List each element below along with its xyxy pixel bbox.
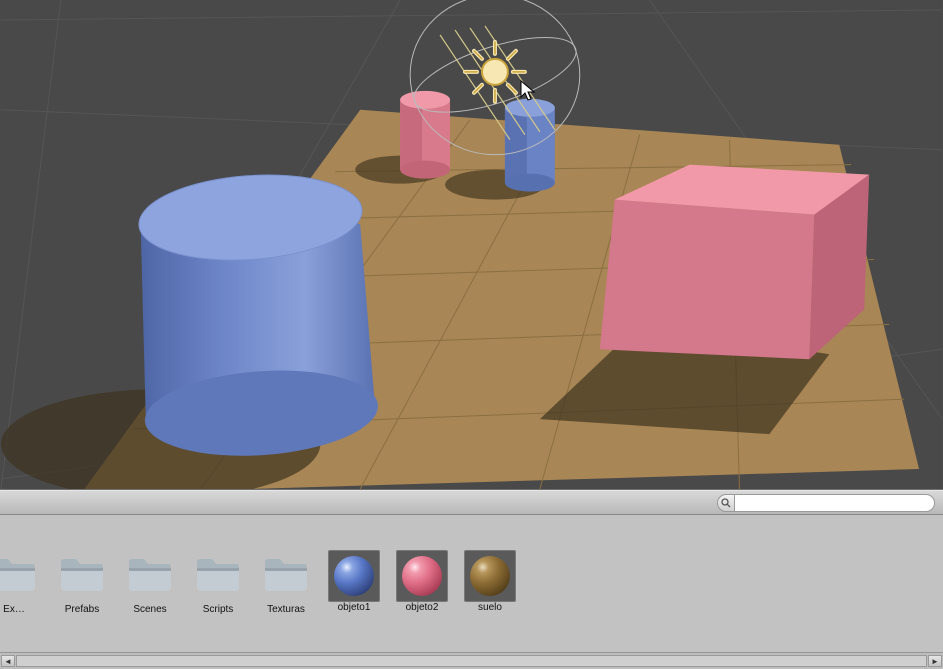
project-material[interactable]: objeto2	[394, 550, 450, 613]
material-preview-icon	[464, 550, 516, 602]
project-panel[interactable]: Ex… Prefabs Scenes Scripts Texturas	[0, 515, 943, 669]
folder-icon	[194, 554, 242, 594]
project-item-label: Texturas	[267, 604, 305, 615]
folder-icon	[58, 554, 106, 594]
pink-cube[interactable]	[600, 165, 869, 360]
project-item-label: Prefabs	[65, 604, 99, 615]
project-horizontal-scrollbar[interactable]: ◄ ►	[0, 652, 943, 669]
small-blue-cylinder[interactable]	[505, 99, 555, 192]
material-preview-icon	[396, 550, 448, 602]
project-toolbar	[0, 490, 943, 515]
project-material[interactable]: suelo	[462, 550, 518, 613]
scene-canvas[interactable]	[0, 0, 943, 489]
project-folder[interactable]: Ex…	[0, 550, 42, 615]
scroll-left-button[interactable]: ◄	[1, 655, 15, 667]
large-blue-cylinder[interactable]	[136, 168, 381, 463]
project-folder[interactable]: Prefabs	[54, 550, 110, 615]
project-item-label: Ex…	[3, 604, 25, 615]
project-item-label: suelo	[478, 602, 502, 613]
material-preview-icon	[328, 550, 380, 602]
scroll-right-button[interactable]: ►	[928, 655, 942, 667]
scene-view[interactable]	[0, 0, 943, 490]
project-folder[interactable]: Scenes	[122, 550, 178, 615]
folder-icon	[262, 554, 310, 594]
project-item-label: objeto2	[406, 602, 439, 613]
sun-icon	[465, 42, 525, 102]
editor-root: Ex… Prefabs Scenes Scripts Texturas	[0, 0, 943, 669]
small-pink-cylinder[interactable]	[400, 91, 450, 179]
project-search	[717, 494, 935, 512]
project-item-label: objeto1	[338, 602, 371, 613]
folder-icon	[126, 554, 174, 594]
project-search-input[interactable]	[735, 494, 935, 512]
folder-icon	[0, 554, 38, 594]
search-icon[interactable]	[717, 494, 735, 512]
project-item-label: Scripts	[203, 604, 234, 615]
project-items-row: Ex… Prefabs Scenes Scripts Texturas	[0, 550, 518, 615]
project-material[interactable]: objeto1	[326, 550, 382, 613]
project-item-label: Scenes	[133, 604, 166, 615]
scroll-track[interactable]	[16, 655, 927, 667]
project-folder[interactable]: Scripts	[190, 550, 246, 615]
project-folder[interactable]: Texturas	[258, 550, 314, 615]
